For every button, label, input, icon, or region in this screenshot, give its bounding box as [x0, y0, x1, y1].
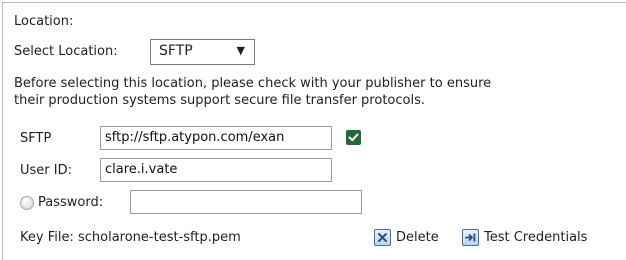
delete-x-icon[interactable] [374, 229, 391, 246]
notice-line-1: Before selecting this location, please c… [14, 76, 492, 91]
location-select-value: SFTP [159, 43, 193, 59]
password-label: Password: [38, 195, 104, 210]
verified-check-icon [346, 130, 361, 145]
key-file-label: Key File: scholarone-test-sftp.pem [20, 230, 241, 245]
user-id-input[interactable]: clare.i.vate [100, 158, 332, 182]
test-credentials-button[interactable]: Test Credentials [484, 230, 587, 245]
location-select[interactable]: SFTP ▼ [150, 39, 255, 65]
user-id-label: User ID: [20, 163, 72, 178]
sftp-label: SFTP [20, 131, 52, 146]
password-radio[interactable] [20, 196, 34, 210]
select-location-label: Select Location: [14, 44, 118, 59]
delete-button[interactable]: Delete [396, 230, 439, 245]
section-heading: Location: [14, 14, 74, 29]
chevron-down-icon: ▼ [236, 44, 245, 57]
sftp-url-input[interactable]: sftp://sftp.atypon.com/exan [100, 126, 332, 150]
password-input[interactable] [130, 190, 362, 214]
test-credentials-icon[interactable] [462, 229, 479, 246]
notice-line-2: their production systems support secure … [14, 93, 425, 108]
